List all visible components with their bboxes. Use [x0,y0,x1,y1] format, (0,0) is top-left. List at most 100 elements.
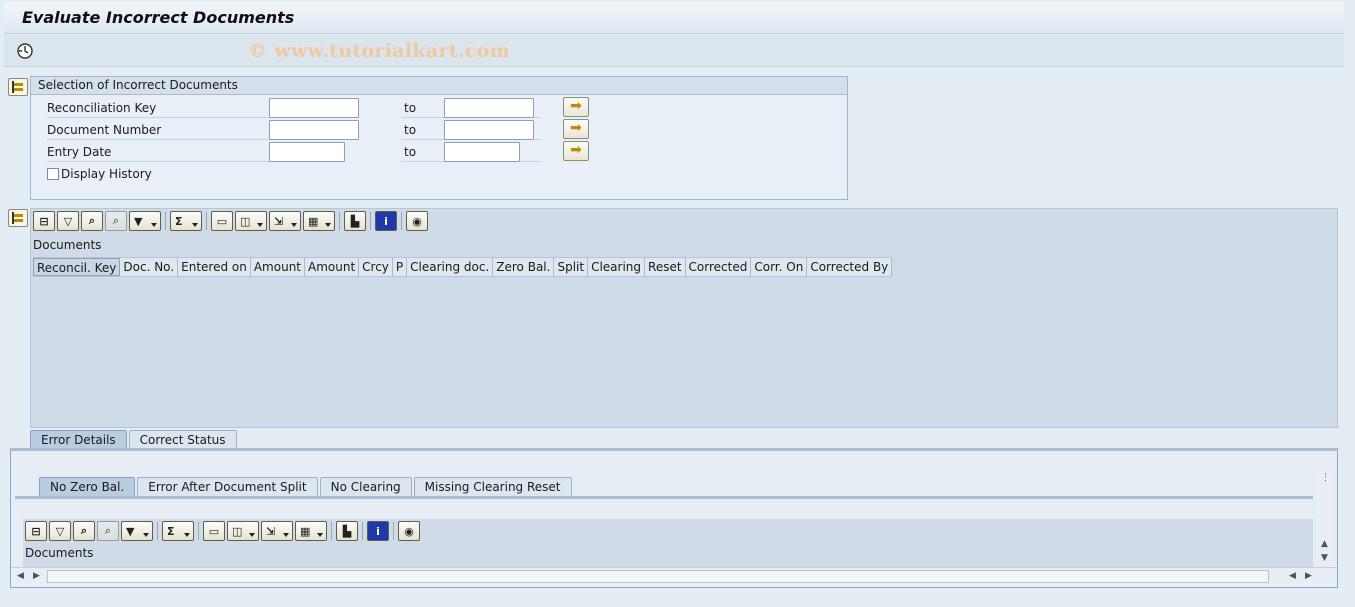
multiple-selection-button[interactable]: ➡ [563,119,589,139]
document-number-from-input[interactable] [269,120,359,140]
tab-error-details[interactable]: Error Details [30,430,127,449]
column-header[interactable]: P [392,258,408,276]
selection-group: Selection of Incorrect Documents Reconci… [30,76,848,200]
find-next-icon[interactable]: ⌕ [97,521,119,541]
graphic-icon[interactable]: ▙ [336,521,358,541]
multiple-selection-button[interactable]: ➡ [563,97,589,117]
arrow-right-icon: ➡ [570,120,582,136]
multiple-selection-button[interactable]: ➡ [563,141,589,161]
set-filter-icon[interactable]: ▼ [129,211,161,231]
column-header[interactable]: Corr. On [751,258,808,276]
column-header[interactable]: Amount [305,258,360,276]
selection-row-entry-date: Entry Date to ➡ [47,141,807,162]
tree-toggle-icon [12,212,23,224]
find-icon[interactable]: ⌕ [73,521,95,541]
column-header[interactable]: Amount [250,258,305,276]
details-icon[interactable]: ⊟ [33,211,55,231]
layout-icon[interactable]: ▦ [303,211,335,231]
outer-tabstrip: Error Details Correct Status [30,430,239,449]
collapse-grid-button[interactable] [8,209,28,227]
scroll-thumb-icon[interactable]: ⋮ [1321,473,1330,483]
tab-correct-status[interactable]: Correct Status [128,430,237,449]
tab-missing-clearing-reset[interactable]: Missing Clearing Reset [413,477,572,496]
scroll-right-icon[interactable]: ▶ [33,571,40,581]
application-toolbar: © www.tutorialkart.com [4,35,1344,67]
find-icon[interactable]: ⌕ [81,211,103,231]
selection-row-reconciliation-key: Reconciliation Key to ➡ [47,97,807,118]
to-label: to [404,101,417,115]
reconciliation-key-to-input[interactable] [444,98,534,118]
export-icon[interactable]: ⇲ [269,211,301,231]
abc-analysis-icon[interactable]: ◉ [398,521,420,541]
sum-icon[interactable]: Σ [170,211,202,231]
scroll-thumb[interactable] [47,570,1269,583]
documents-grid-panel: ⊟ ▽ ⌕ ⌕ ▼ Σ ▭ ◫ ⇲ ▦ ▙ i ◉ Documents Reco… [30,208,1338,428]
tab-no-zero-bal[interactable]: No Zero Bal. [39,477,136,496]
inner-grid-title: Documents [25,546,94,560]
info-icon[interactable]: i [375,211,397,231]
display-history-label: Display History [61,167,152,181]
print-icon[interactable]: ▭ [203,521,225,541]
scroll-down-icon[interactable]: ▼ [1321,553,1328,563]
reconciliation-key-label: Reconciliation Key [47,101,157,115]
tree-toggle-icon [12,81,23,93]
column-header[interactable]: Corrected By [807,258,893,276]
sort-ascending-icon[interactable]: ▽ [49,521,71,541]
inner-grid-toolbar: ⊟ ▽ ⌕ ⌕ ▼ Σ ▭ ◫ ⇲ ▦ ▙ i ◉ [25,520,422,542]
reconciliation-key-from-input[interactable] [269,98,359,118]
column-header[interactable]: Reset [645,258,686,276]
views-icon[interactable]: ◫ [235,211,267,231]
details-icon[interactable]: ⊟ [25,521,47,541]
tab-error-after-document-split[interactable]: Error After Document Split [137,477,318,496]
execute-icon[interactable] [16,42,34,60]
print-icon[interactable]: ▭ [211,211,233,231]
sum-icon[interactable]: Σ [162,521,194,541]
selection-row-document-number: Document Number to ➡ [47,119,807,140]
entry-date-to-input[interactable] [444,142,520,162]
document-number-to-input[interactable] [444,120,534,140]
abc-analysis-icon[interactable]: ◉ [406,211,428,231]
arrow-right-icon: ➡ [570,98,582,114]
column-header[interactable]: Clearing [588,258,646,276]
column-header[interactable]: Crcy [359,258,393,276]
scroll-right-icon[interactable]: ▶ [1305,571,1312,581]
entry-date-label: Entry Date [47,145,112,159]
watermark-text: © www.tutorialkart.com [248,40,511,62]
column-header[interactable]: Entered on [178,258,251,276]
graphic-icon[interactable]: ▙ [344,211,366,231]
inner-documents-grid: ⊟ ▽ ⌕ ⌕ ▼ Σ ▭ ◫ ⇲ ▦ ▙ i ◉ Documents [23,519,1313,569]
inner-tabstrip: No Zero Bal. Error After Document Split … [39,477,574,496]
display-history-checkbox[interactable] [47,168,59,180]
views-icon[interactable]: ◫ [227,521,259,541]
column-header[interactable]: Split [554,258,589,276]
info-icon[interactable]: i [367,521,389,541]
scroll-up-icon[interactable]: ▲ [1321,539,1328,549]
arrow-right-icon: ➡ [570,142,582,158]
column-header[interactable]: Corrected [685,258,752,276]
column-header[interactable]: Reconcil. Key [33,258,121,276]
sort-ascending-icon[interactable]: ▽ [57,211,79,231]
display-history-row: Display History [47,166,807,186]
scroll-left-icon[interactable]: ◀ [17,571,24,581]
column-header[interactable]: Clearing doc. [407,258,494,276]
entry-date-from-input[interactable] [269,142,345,162]
column-header[interactable]: Zero Bal. [493,258,555,276]
layout-icon[interactable]: ▦ [295,521,327,541]
vertical-scrollbar[interactable]: ⋮ ▲ ▼ [1317,471,1333,567]
document-number-label: Document Number [47,123,162,137]
grid-toolbar: ⊟ ▽ ⌕ ⌕ ▼ Σ ▭ ◫ ⇲ ▦ ▙ i ◉ [33,210,430,232]
find-next-icon[interactable]: ⌕ [105,211,127,231]
tab-no-clearing[interactable]: No Clearing [319,477,412,496]
to-label: to [404,145,417,159]
horizontal-scrollbar[interactable]: ◀ ▶ ◀ ▶ [11,567,1337,585]
window-title: Evaluate Incorrect Documents [22,8,295,27]
export-icon[interactable]: ⇲ [261,521,293,541]
set-filter-icon[interactable]: ▼ [121,521,153,541]
collapse-selection-button[interactable] [8,78,28,96]
grid-column-headers: Reconcil. Key Doc. No. Entered on Amount… [33,257,893,277]
column-header[interactable]: Doc. No. [120,258,179,276]
to-label: to [404,123,417,137]
grid-title: Documents [33,238,102,252]
selection-group-title: Selection of Incorrect Documents [31,77,847,95]
scroll-left-icon[interactable]: ◀ [1289,571,1296,581]
